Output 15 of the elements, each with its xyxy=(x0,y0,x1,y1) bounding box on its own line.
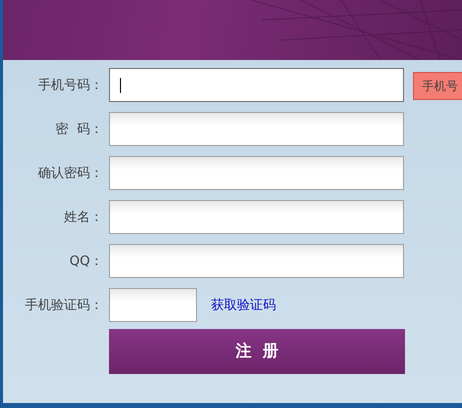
input-field[interactable] xyxy=(109,200,404,234)
error-tooltip: 手机号 xyxy=(413,72,462,100)
field-label: 手机验证码： xyxy=(24,297,104,314)
get-code-link[interactable]: 获取验证码 xyxy=(211,296,276,314)
field-label: 姓名： xyxy=(63,209,104,226)
input-field[interactable] xyxy=(109,156,404,190)
input-field[interactable] xyxy=(109,112,404,146)
field-label: QQ： xyxy=(68,253,104,270)
code-field[interactable] xyxy=(109,288,197,322)
field-label: 密 码： xyxy=(54,121,104,138)
input-field[interactable] xyxy=(109,244,404,278)
input-field[interactable] xyxy=(109,68,404,102)
register-button[interactable]: 注 册 xyxy=(109,328,405,374)
field-label: 确认密码： xyxy=(37,165,104,182)
field-label: 手机号码： xyxy=(37,77,104,94)
